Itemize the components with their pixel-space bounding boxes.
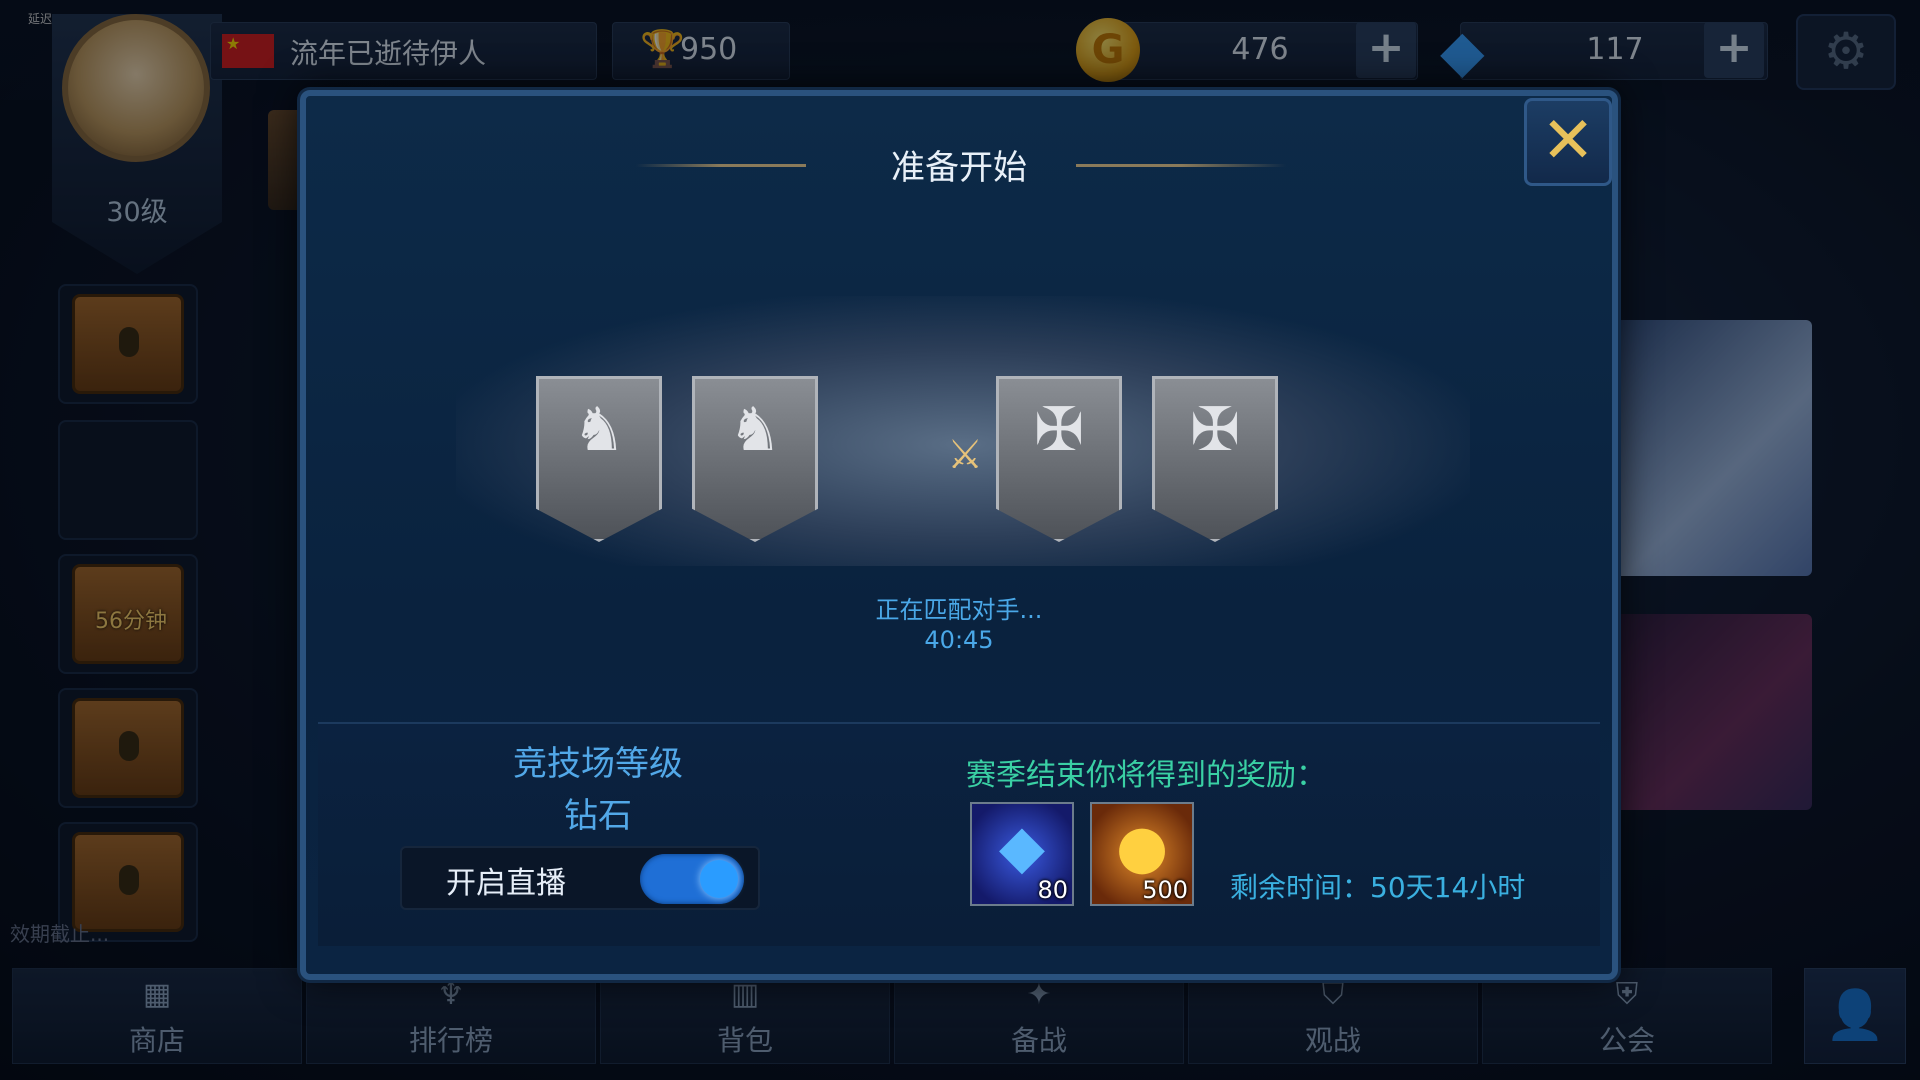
- matchmaking-dialog: 准备开始 ♞ ♞ ⚔ ✠ ✠ 正在匹配对手... 40:45 竞技场等级 钻石 …: [300, 90, 1618, 980]
- team-banner-enemy-2: ✠: [1152, 376, 1278, 542]
- team-banner-enemy-1: ✠: [996, 376, 1122, 542]
- gold-coin-icon: ●: [1115, 812, 1169, 882]
- match-timer: 40:45: [924, 626, 994, 654]
- live-stream-toggle[interactable]: [640, 854, 744, 904]
- team-banner-ally-1: ♞: [536, 376, 662, 542]
- arena-rank: 钻石: [564, 796, 632, 836]
- battle-scene: ♞ ♞ ⚔ ✠ ✠: [456, 296, 1470, 566]
- dialog-title: 准备开始: [891, 148, 1027, 188]
- cross-emblem-icon: ✠: [1033, 395, 1085, 465]
- team-banner-ally-2: ♞: [692, 376, 818, 542]
- crossed-swords-icon: ⚔: [947, 432, 983, 478]
- gem-icon: ◆: [998, 812, 1046, 882]
- season-rewards-label: 赛季结束你将得到的奖励：: [966, 758, 1326, 793]
- dragon-emblem-icon: ♞: [728, 395, 782, 465]
- reward-quantity: 500: [1142, 876, 1188, 904]
- cross-emblem-icon: ✠: [1189, 395, 1241, 465]
- live-stream-label: 开启直播: [446, 866, 566, 901]
- close-button[interactable]: ✕: [1524, 98, 1612, 186]
- reward-quantity: 80: [1037, 876, 1068, 904]
- match-status: 正在匹配对手...: [875, 596, 1043, 624]
- toggle-knob: [700, 860, 738, 898]
- reward-gem: ◆ 80: [970, 802, 1074, 906]
- season-time-left: 剩余时间：50天14小时: [1230, 871, 1526, 904]
- arena-level-label: 竞技场等级: [513, 744, 683, 784]
- title-ornament-right: [1076, 164, 1286, 167]
- close-icon: ✕: [1541, 104, 1595, 178]
- dragon-emblem-icon: ♞: [572, 395, 626, 465]
- reward-gold: ● 500: [1090, 802, 1194, 906]
